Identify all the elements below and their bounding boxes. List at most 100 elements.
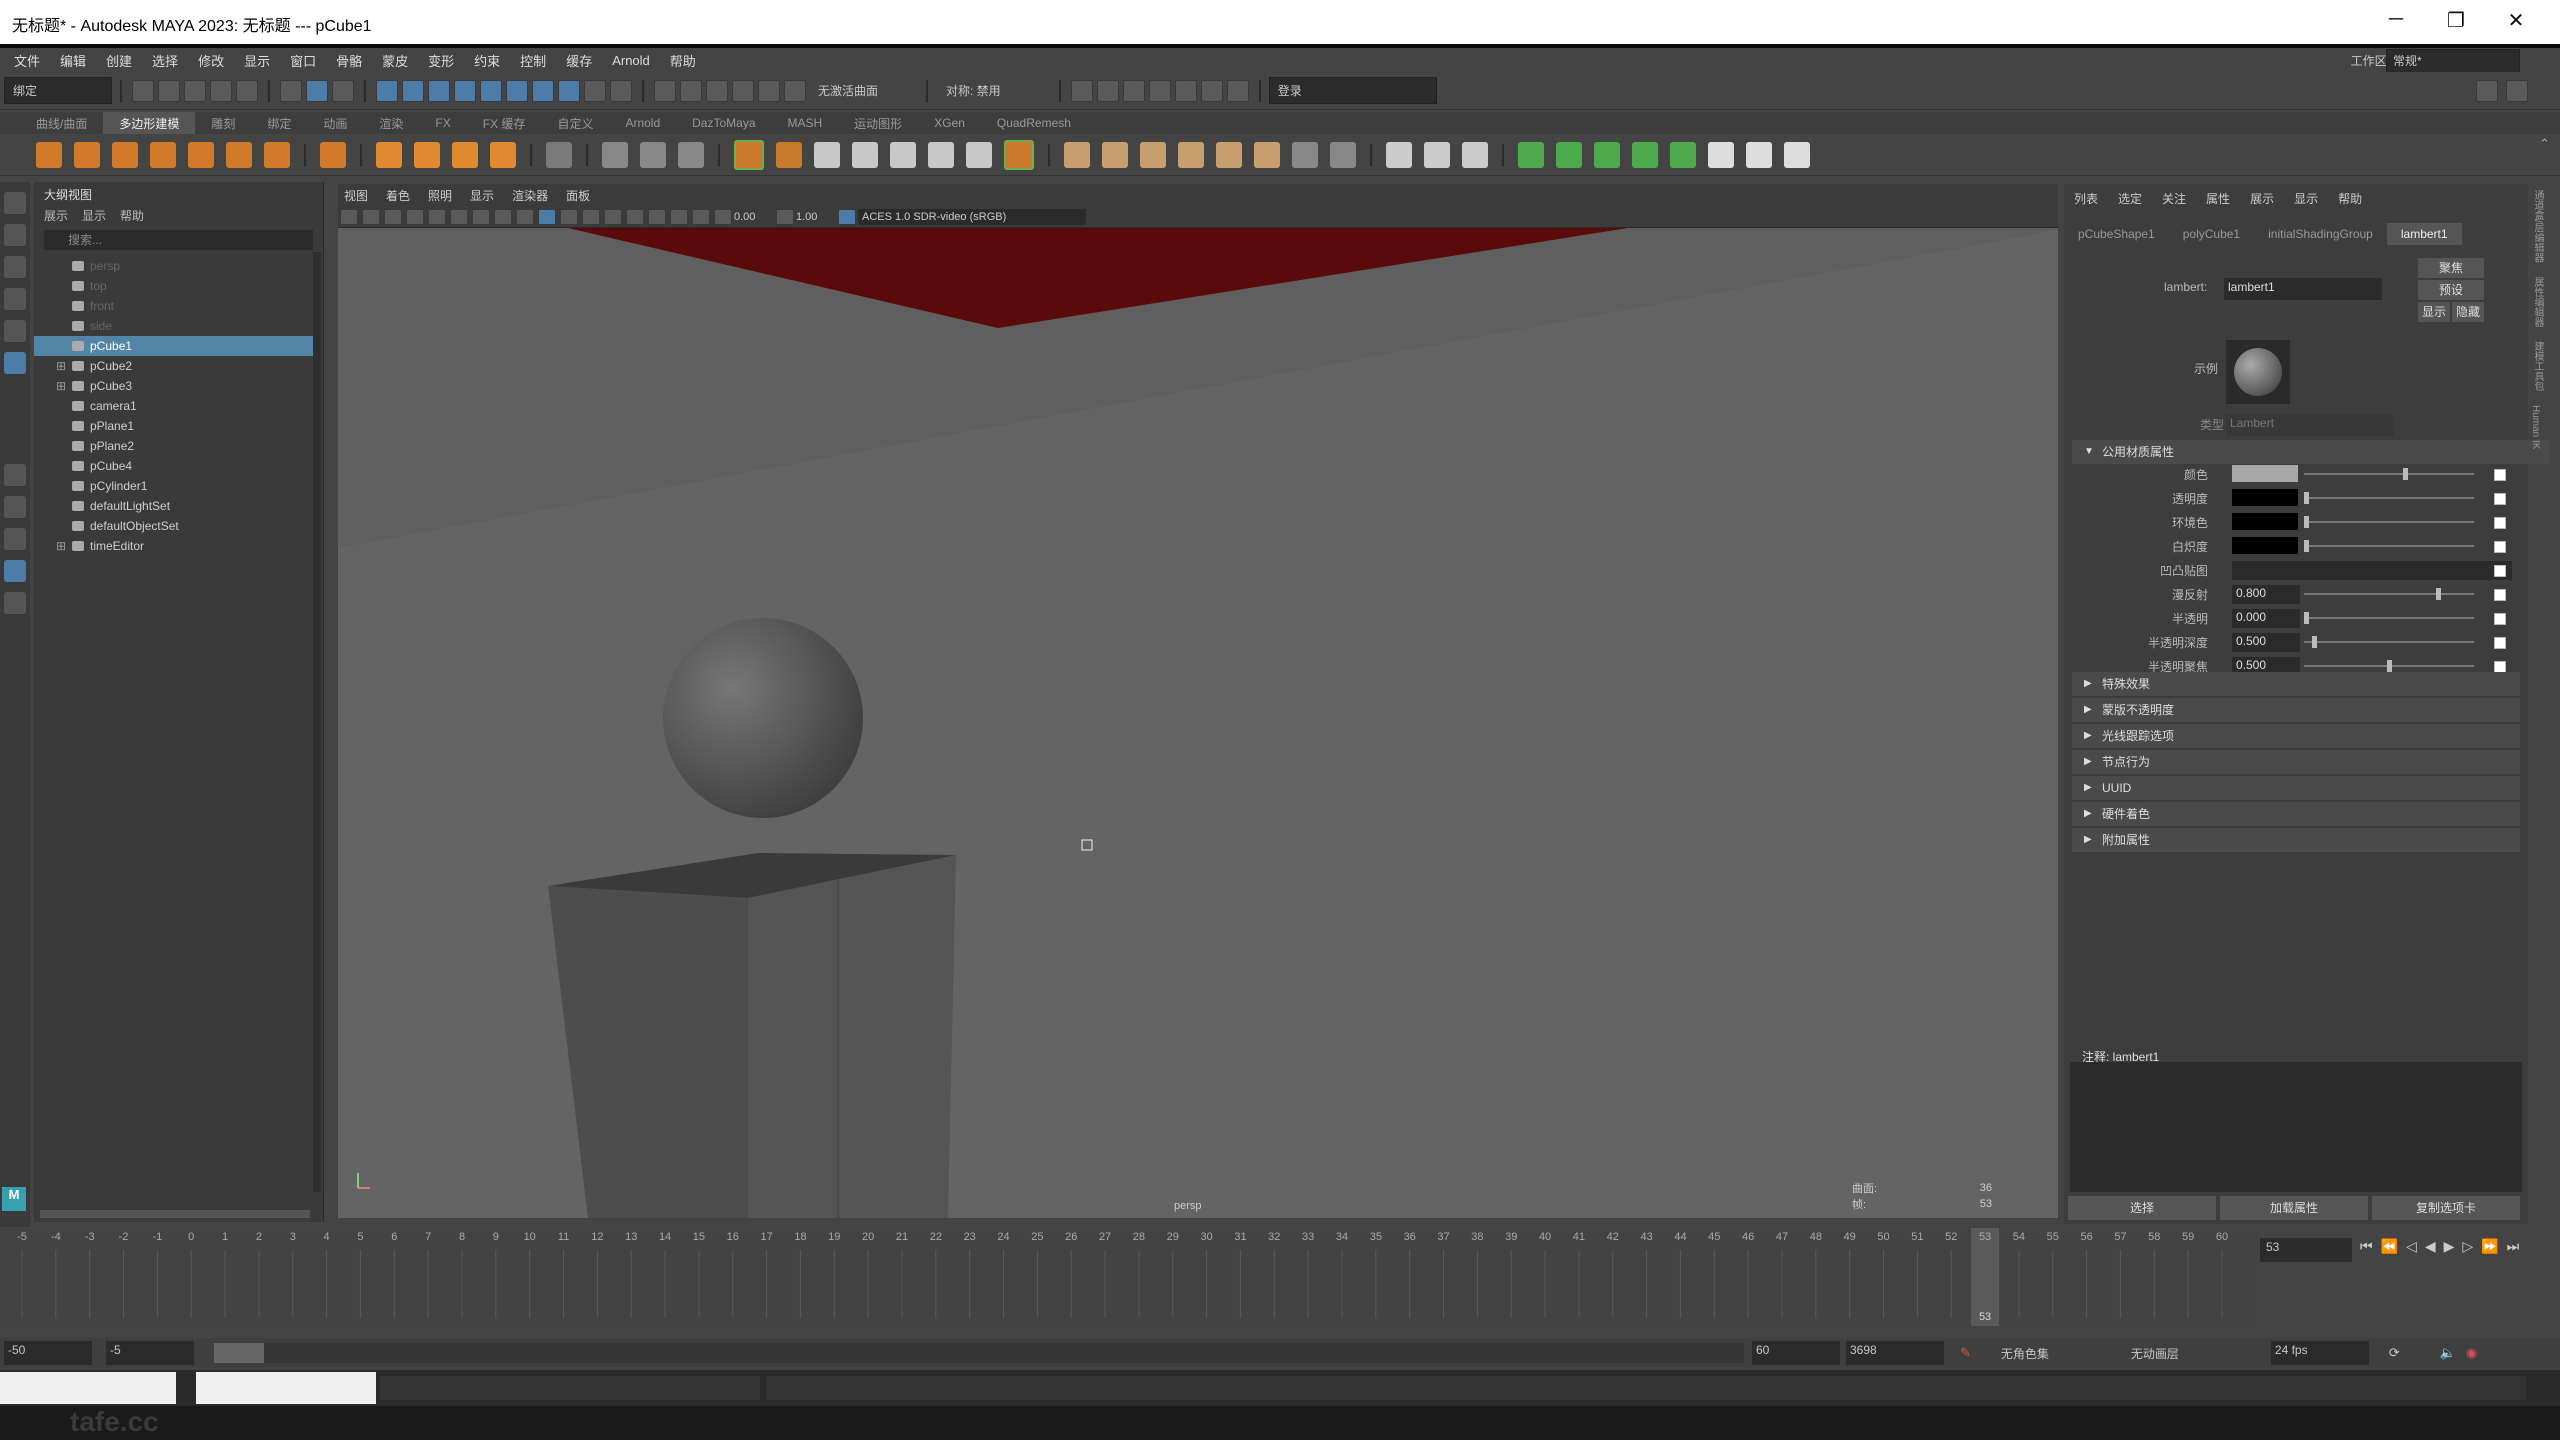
slider-handle[interactable] <box>2304 540 2309 552</box>
mask-render-icon[interactable] <box>532 79 554 102</box>
outliner-item[interactable]: ⊞ timeEditor <box>34 536 315 556</box>
lasso-tool-icon[interactable] <box>4 224 26 246</box>
attribute-slider[interactable] <box>2304 593 2474 595</box>
show-button[interactable]: 显示 <box>2418 302 2450 322</box>
image-plane-icon[interactable] <box>406 208 424 225</box>
insert-loop-icon[interactable] <box>1254 141 1280 168</box>
shelf-tab[interactable]: 渲染 <box>363 112 419 135</box>
shelf-scroll-icon[interactable]: ⌃ <box>2539 136 2550 152</box>
expand-icon[interactable]: ⊞ <box>56 536 66 556</box>
map-button-icon[interactable] <box>2494 637 2506 649</box>
attribute-tab[interactable]: initialShadingGroup <box>2254 223 2387 245</box>
uv-editor-icon[interactable] <box>546 141 572 168</box>
bridge-icon[interactable] <box>852 141 878 168</box>
slider-handle[interactable] <box>2403 468 2408 480</box>
shelf-tab[interactable]: 自定义 <box>541 112 609 135</box>
paint-tool-icon[interactable] <box>4 256 26 278</box>
poly-torus-icon[interactable] <box>188 141 214 168</box>
shelf-tab[interactable]: FX 缓存 <box>467 112 542 135</box>
uv-layout-icon[interactable] <box>1708 141 1734 168</box>
light-editor-icon[interactable] <box>1200 79 1223 102</box>
outliner-menu-item[interactable]: 帮助 <box>120 209 144 223</box>
shelf-tab[interactable]: 运动图形 <box>838 112 918 135</box>
taskbar-window-thumb[interactable] <box>196 1372 376 1404</box>
anim-end-field[interactable]: 3698 <box>1846 1341 1944 1365</box>
bevel-icon[interactable] <box>890 141 916 168</box>
sweep-mesh-icon[interactable] <box>414 141 440 168</box>
menu-item[interactable]: 修改 <box>198 51 224 70</box>
snap-projected-icon[interactable] <box>732 79 754 102</box>
outliner-scrollbar[interactable] <box>313 252 321 1192</box>
map-button-icon[interactable] <box>2494 589 2506 601</box>
save-scene-icon[interactable] <box>184 79 206 102</box>
side-tab[interactable]: Human IK <box>2530 405 2541 449</box>
snap-curve-icon[interactable] <box>680 79 702 102</box>
auto-key-icon[interactable]: ✎ <box>1960 1345 1971 1361</box>
presets-button[interactable]: 预设 <box>2418 280 2484 300</box>
outliner-item[interactable]: persp <box>34 256 315 276</box>
super-shape-icon[interactable] <box>376 141 402 168</box>
outliner-item[interactable]: defaultLightSet <box>34 496 315 516</box>
render-frame-icon[interactable] <box>1070 79 1093 102</box>
lock-selection-icon[interactable] <box>584 79 606 102</box>
minimize-button[interactable]: ─ <box>2368 8 2424 36</box>
snap-grid-icon[interactable] <box>654 79 676 102</box>
smooth-icon[interactable] <box>678 141 704 168</box>
outliner-layout-icon[interactable] <box>4 560 26 582</box>
character-set-select[interactable]: 无角色集 <box>2001 1345 2121 1362</box>
step-forward-key-icon[interactable]: ⏩ <box>2481 1238 2498 1255</box>
section-header[interactable]: ▶ 节点行为 <box>2072 750 2520 774</box>
camera-select-icon[interactable] <box>340 208 358 225</box>
isolate-select-icon[interactable] <box>692 208 710 225</box>
open-scene-icon[interactable] <box>158 79 180 102</box>
attribute-tab[interactable]: polyCube1 <box>2169 223 2254 245</box>
playback-end-field[interactable]: 60 <box>1752 1341 1840 1365</box>
section-common-material[interactable]: ▼ 公用材质属性 <box>2072 440 2550 464</box>
step-forward-frame-icon[interactable]: ▷ <box>2462 1238 2473 1255</box>
mask-curve-icon[interactable] <box>428 79 450 102</box>
select-object-icon[interactable] <box>306 79 328 102</box>
move-tool-icon[interactable] <box>4 288 26 310</box>
uv-planar-icon[interactable] <box>1518 141 1544 168</box>
attribute-value-field[interactable]: 0.000 <box>2232 609 2300 628</box>
slider-handle[interactable] <box>2436 588 2441 600</box>
playback-start-field[interactable]: -5 <box>106 1341 194 1365</box>
type-select[interactable]: Lambert <box>2226 414 2394 436</box>
map-button-icon[interactable] <box>2494 493 2506 505</box>
uv-cylindrical-icon[interactable] <box>1556 141 1582 168</box>
attribute-menu-item[interactable]: 展示 <box>2250 190 2274 207</box>
camera-attributes-icon[interactable] <box>362 208 380 225</box>
color-swatch[interactable] <box>2232 537 2298 554</box>
select-button[interactable]: 选择 <box>2068 1196 2216 1220</box>
attribute-value-field[interactable] <box>2232 561 2512 580</box>
focus-button[interactable]: 聚焦 <box>2418 258 2484 278</box>
load-attributes-button[interactable]: 加载属性 <box>2220 1196 2368 1220</box>
poly-sphere-icon[interactable] <box>36 141 62 168</box>
outliner-item[interactable]: pCube4 <box>34 456 315 476</box>
resolution-gate-icon[interactable] <box>472 208 490 225</box>
attribute-tab[interactable]: lambert1 <box>2386 223 2462 245</box>
viewport-menu-item[interactable]: 视图 <box>344 187 368 204</box>
menu-item[interactable]: 约束 <box>474 51 500 70</box>
outliner-item[interactable]: pPlane2 <box>34 436 315 456</box>
offset-loop-icon[interactable] <box>1292 141 1318 168</box>
section-header[interactable]: ▶ UUID <box>2072 776 2520 800</box>
attribute-menu-item[interactable]: 帮助 <box>2338 190 2362 207</box>
shelf-tab[interactable]: 动画 <box>307 112 363 135</box>
shelf-tab[interactable]: 绑定 <box>251 112 307 135</box>
play-backward-icon[interactable]: ◀ <box>2425 1238 2436 1255</box>
outliner-item[interactable]: ⊞ pCube2 <box>34 356 315 376</box>
connect-icon[interactable] <box>1140 141 1166 168</box>
hide-button[interactable]: 隐藏 <box>2452 302 2484 322</box>
map-button-icon[interactable] <box>2494 565 2506 577</box>
viewport-menu-item[interactable]: 面板 <box>566 187 590 204</box>
color-swatch[interactable] <box>2232 513 2298 530</box>
attribute-slider[interactable] <box>2304 545 2474 547</box>
map-button-icon[interactable] <box>2494 541 2506 553</box>
combine-icon[interactable] <box>602 141 628 168</box>
exposure-field[interactable]: 0.00 <box>734 211 774 223</box>
cube-right-face[interactable] <box>748 855 956 1218</box>
step-back-key-icon[interactable]: ⏪ <box>2381 1238 2398 1255</box>
color-management-icon[interactable] <box>838 208 856 225</box>
notes-textarea[interactable] <box>2070 1062 2522 1192</box>
